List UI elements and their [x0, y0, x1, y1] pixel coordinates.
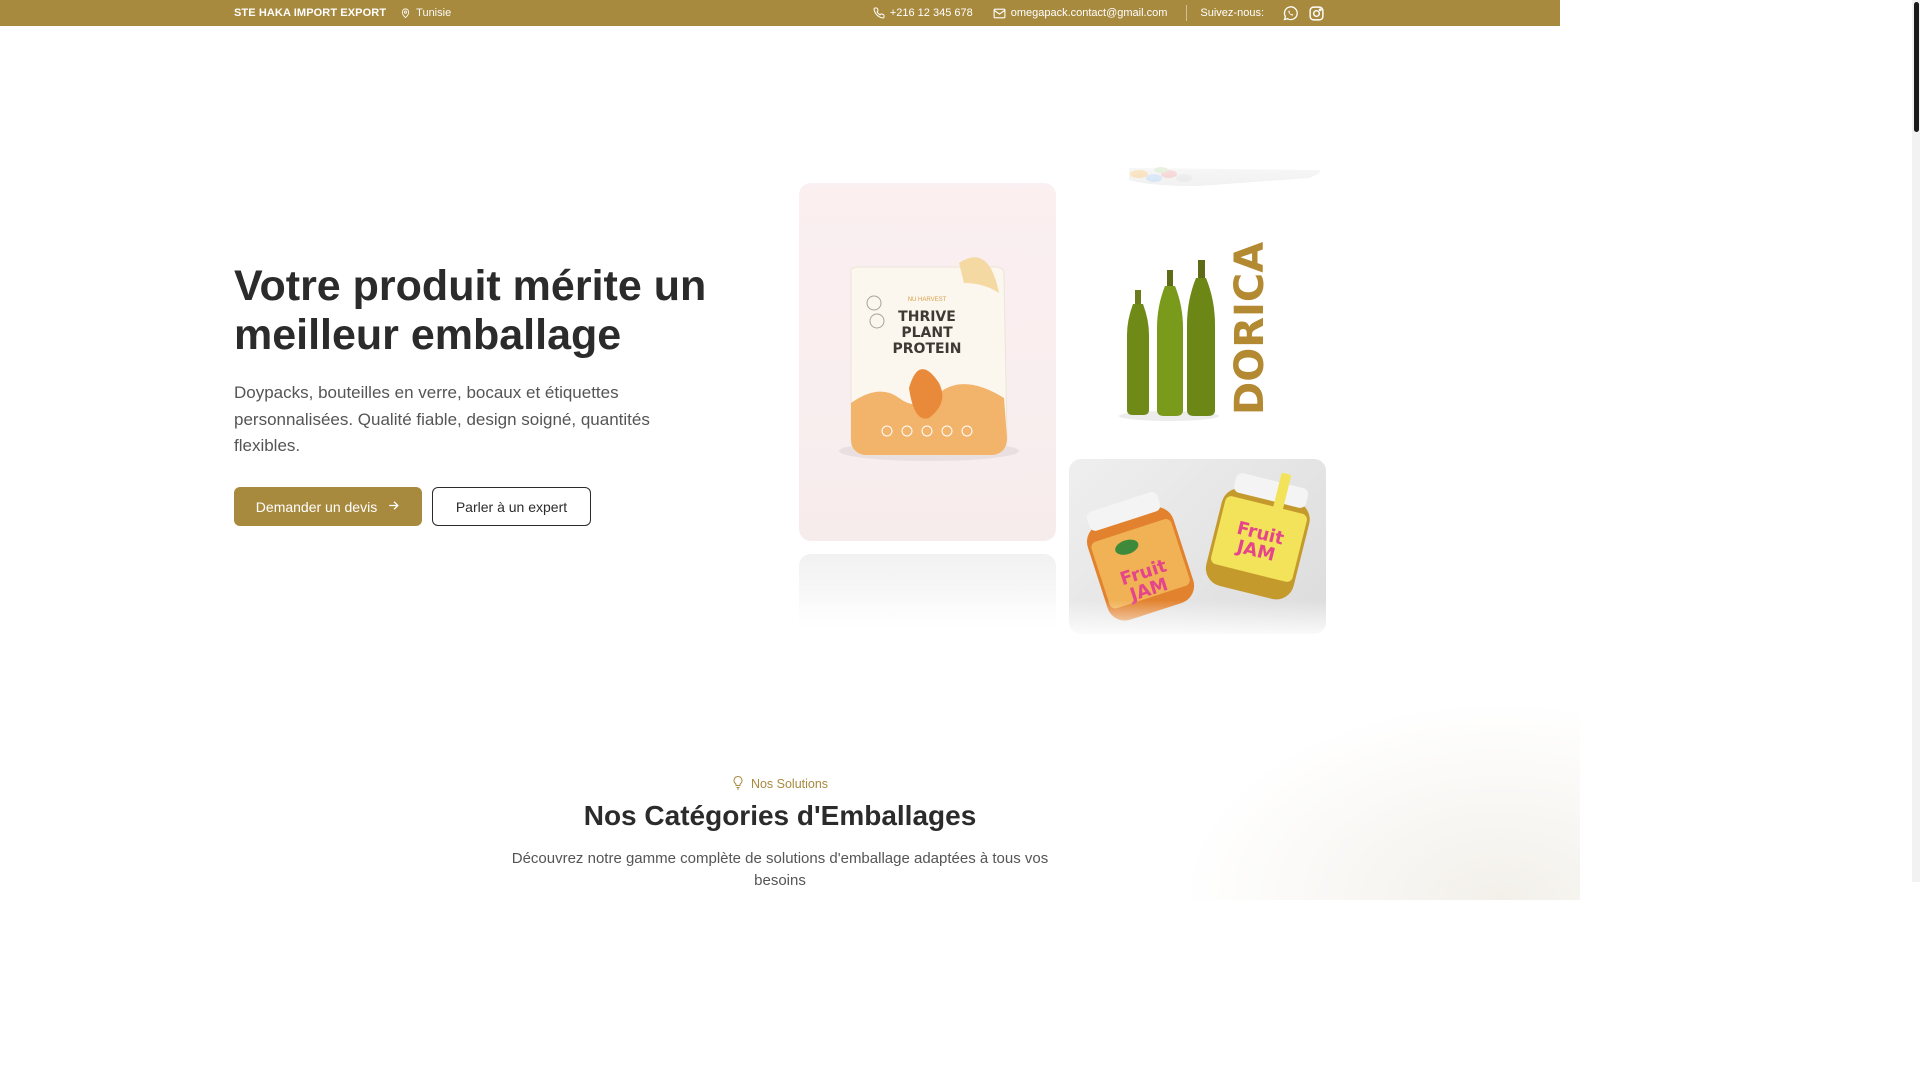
- scrollbar-track[interactable]: [1912, 0, 1920, 882]
- top-bar-inner: STE HAKA IMPORT EXPORT Tunisie +216 12 3…: [234, 0, 1325, 26]
- email-link[interactable]: omegapack.contact@gmail.com: [993, 7, 1168, 19]
- hero-subtitle: Doypacks, bouteilles en verre, bocaux et…: [234, 383, 650, 455]
- location-label: Tunisie: [416, 7, 452, 19]
- grid-fade-top: [790, 140, 1335, 190]
- protein-line2: PLANT: [901, 325, 953, 341]
- lightbulb-icon: [732, 775, 744, 793]
- divider: [1186, 5, 1188, 21]
- email-address: omegapack.contact@gmail.com: [1010, 7, 1168, 19]
- phone-number: +216 12 345 678: [889, 7, 973, 19]
- protein-line3: PROTEIN: [893, 341, 962, 357]
- whatsapp-icon[interactable]: [1282, 5, 1299, 22]
- section-title: Nos Catégories d'Emballages: [583, 800, 977, 831]
- section-subtitle: Découvrez notre gamme complète de soluti…: [511, 850, 1049, 889]
- talk-to-expert-button[interactable]: Parler à un expert: [432, 487, 591, 526]
- hero-title: Votre produit mérite un meilleur emballa…: [234, 262, 707, 359]
- arrow-right-icon: [387, 499, 400, 515]
- talk-to-expert-label: Parler à un expert: [455, 498, 568, 515]
- protein-brand: NU HARVEST: [908, 297, 947, 303]
- oil-brand: DORICA: [1227, 242, 1273, 415]
- instagram-icon[interactable]: [1308, 5, 1325, 22]
- protein-line1: THRIVE: [898, 309, 956, 325]
- top-bar: STE HAKA IMPORT EXPORT Tunisie +216 12 3…: [0, 0, 1560, 26]
- phone-icon: [873, 7, 885, 19]
- request-quote-label: Demander un devis: [255, 498, 378, 515]
- location: Tunisie: [400, 7, 451, 19]
- map-pin-icon: [400, 7, 411, 19]
- request-quote-button[interactable]: Demander un devis: [234, 487, 422, 526]
- grid-fade-bottom: [790, 600, 1335, 640]
- olive-oil-bottles-image: DORICA: [1069, 210, 1326, 446]
- follow-label: Suivez-nous:: [1200, 7, 1264, 19]
- company-name: STE HAKA IMPORT EXPORT: [234, 7, 387, 19]
- scrollbar-thumb[interactable]: [1914, 2, 1919, 132]
- protein-pouch-image: NU HARVEST THRIVE PLANT PROTEIN: [799, 183, 1056, 541]
- mail-icon: [993, 8, 1006, 19]
- phone-link[interactable]: +216 12 345 678: [873, 7, 973, 19]
- eyebrow-label: Nos Solutions: [750, 777, 829, 791]
- solutions-eyebrow: Nos Solutions: [0, 775, 1560, 793]
